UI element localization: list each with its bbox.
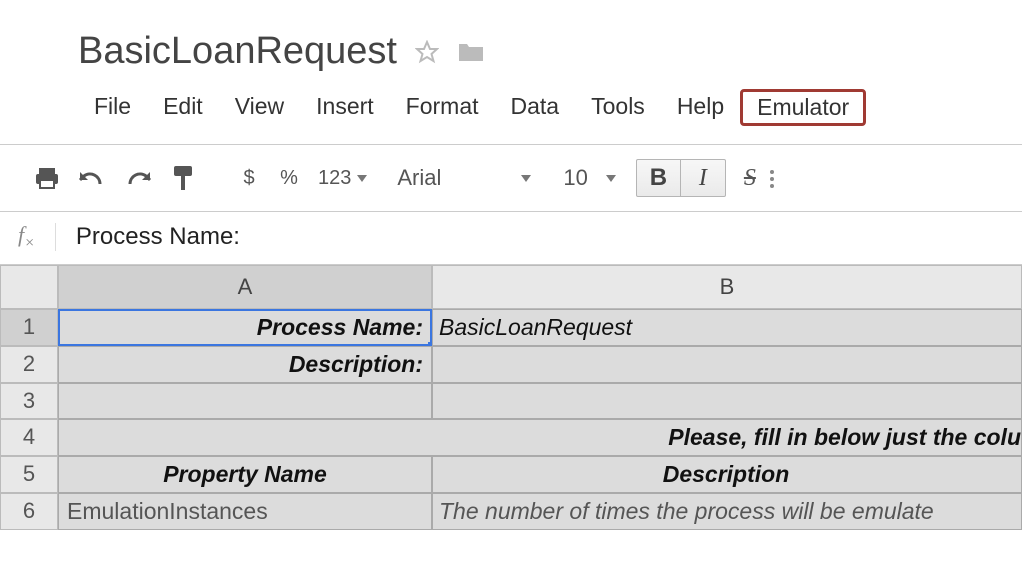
chevron-down-icon xyxy=(357,175,367,182)
cell-a5[interactable]: Property Name xyxy=(58,456,432,493)
menu-file[interactable]: File xyxy=(78,89,147,126)
row-header-5[interactable]: 5 xyxy=(0,456,58,493)
row-header-1[interactable]: 1 xyxy=(0,309,58,346)
cell-b6[interactable]: The number of times the process will be … xyxy=(432,493,1022,530)
menu-format[interactable]: Format xyxy=(390,89,495,126)
cell-a3[interactable] xyxy=(58,383,432,419)
toolbar: $ % 123 Arial 10 B I S xyxy=(0,144,1022,212)
bold-button[interactable]: B xyxy=(637,160,681,196)
menu-emulator[interactable]: Emulator xyxy=(740,89,866,126)
cell-a2[interactable]: Description: xyxy=(58,346,432,383)
column-header-b[interactable]: B xyxy=(432,265,1022,309)
cell-b3[interactable] xyxy=(432,383,1022,419)
document-title[interactable]: BasicLoanRequest xyxy=(78,30,397,73)
font-family-dropdown[interactable]: Arial xyxy=(379,165,535,191)
strikethrough-button[interactable]: S xyxy=(744,165,756,192)
undo-icon[interactable] xyxy=(72,161,112,195)
number-format-button[interactable]: 123 xyxy=(312,161,373,195)
menu-tools[interactable]: Tools xyxy=(575,89,661,126)
row-header-3[interactable]: 3 xyxy=(0,383,58,419)
chevron-down-icon xyxy=(521,175,531,182)
row-header-6[interactable]: 6 xyxy=(0,493,58,530)
cell-row4-merged[interactable]: Please, fill in below just the colu xyxy=(58,419,1022,456)
column-header-a[interactable]: A xyxy=(58,265,432,309)
select-all-corner[interactable] xyxy=(0,265,58,309)
row-header-4[interactable]: 4 xyxy=(0,419,58,456)
formula-input[interactable]: Process Name: xyxy=(76,223,240,251)
cell-a6[interactable]: EmulationInstances xyxy=(58,493,432,530)
formula-bar: f× Process Name: xyxy=(0,212,1022,265)
menu-help[interactable]: Help xyxy=(661,89,740,126)
divider xyxy=(55,223,56,251)
text-style-group: B I xyxy=(636,159,726,197)
row-header-2[interactable]: 2 xyxy=(0,346,58,383)
star-icon[interactable] xyxy=(415,40,439,64)
chevron-down-icon xyxy=(606,175,616,182)
menu-view[interactable]: View xyxy=(219,89,300,126)
folder-icon[interactable] xyxy=(457,40,485,64)
cell-a1[interactable]: Process Name: xyxy=(58,309,432,346)
cell-b1[interactable]: BasicLoanRequest xyxy=(432,309,1022,346)
print-icon[interactable] xyxy=(28,161,66,195)
italic-button[interactable]: I xyxy=(681,160,725,196)
cell-b2[interactable] xyxy=(432,346,1022,383)
percent-button[interactable]: % xyxy=(272,161,306,195)
menu-insert[interactable]: Insert xyxy=(300,89,390,126)
number-format-label: 123 xyxy=(318,167,351,190)
font-size-label: 10 xyxy=(563,165,587,191)
font-family-label: Arial xyxy=(397,165,441,191)
font-size-dropdown[interactable]: 10 xyxy=(541,165,619,191)
menu-edit[interactable]: Edit xyxy=(147,89,219,126)
menu-bar: File Edit View Insert Format Data Tools … xyxy=(0,83,1022,144)
fx-icon: f× xyxy=(18,222,35,252)
spreadsheet-grid[interactable]: A B 1 Process Name: BasicLoanRequest 2 D… xyxy=(0,265,1022,530)
menu-data[interactable]: Data xyxy=(495,89,576,126)
paint-format-icon[interactable] xyxy=(164,161,202,195)
cell-b5[interactable]: Description xyxy=(432,456,1022,493)
more-formats-icon[interactable] xyxy=(770,169,774,188)
currency-button[interactable]: $ xyxy=(232,161,266,195)
redo-icon[interactable] xyxy=(118,161,158,195)
